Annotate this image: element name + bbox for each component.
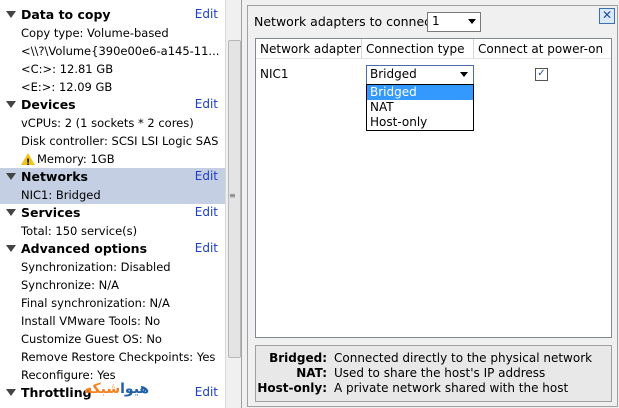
section-title: Data to copy	[21, 7, 111, 22]
adapters-label: Network adapters to connect	[254, 14, 436, 29]
section-advanced-options[interactable]: Advanced options Edit	[0, 240, 225, 258]
edit-networks-link[interactable]: Edit	[195, 169, 218, 183]
section-title: Services	[21, 205, 81, 220]
connection-type-select[interactable]: Bridged	[366, 65, 474, 85]
column-header-network-adapter[interactable]: Network adapter	[256, 39, 362, 59]
watermark-part2: شبکه	[84, 381, 121, 397]
list-item: Install VMware Tools: No	[21, 314, 161, 328]
list-item: vCPUs: 2 (1 sockets * 2 cores)	[21, 116, 194, 130]
list-item: Total: 150 service(s)	[21, 224, 138, 238]
option-host-only[interactable]: Host-only	[367, 115, 473, 130]
option-nat[interactable]: NAT	[367, 100, 473, 115]
section-services[interactable]: Services Edit	[0, 204, 225, 222]
connection-type-dropdown: Bridged NAT Host-only	[366, 84, 474, 131]
adapters-count-value: 1	[432, 14, 440, 28]
list-item: Synchronize: N/A	[21, 278, 119, 292]
collapse-triangle-icon[interactable]	[6, 173, 16, 180]
network-settings-panel: ✕ Network adapters to connect 1 Network …	[247, 5, 618, 407]
legend-value: A private network shared with the host	[334, 381, 569, 395]
collapse-triangle-icon[interactable]	[6, 209, 16, 216]
list-item: <C:>: 12.81 GB	[21, 62, 114, 76]
collapse-triangle-icon[interactable]	[6, 389, 16, 396]
collapse-triangle-icon[interactable]	[6, 101, 16, 108]
list-item: <E:>: 12.09 GB	[21, 80, 113, 94]
legend-value: Connected directly to the physical netwo…	[334, 351, 593, 365]
adapters-table: Network adapter Connection type Connect …	[255, 38, 612, 338]
collapse-triangle-icon[interactable]	[6, 245, 16, 252]
connect-at-power-on-checkbox[interactable]: ✓	[535, 68, 548, 81]
legend-value: Used to share the host's IP address	[334, 366, 546, 380]
legend-row: NAT: Used to share the host's IP address	[256, 366, 611, 381]
warning-icon	[21, 153, 35, 168]
scroll-grip-icon: ≡	[229, 191, 236, 200]
legend-key: NAT:	[296, 366, 327, 380]
list-item: Disk controller: SCSI LSI Logic SAS	[21, 134, 219, 148]
chevron-down-icon	[468, 19, 476, 24]
close-icon[interactable]: ✕	[599, 8, 615, 24]
section-title: Advanced options	[21, 241, 148, 256]
option-bridged[interactable]: Bridged	[367, 85, 473, 100]
edit-services-link[interactable]: Edit	[195, 205, 218, 219]
collapse-triangle-icon[interactable]	[6, 11, 16, 18]
column-header-connection-type[interactable]: Connection type	[362, 39, 474, 59]
chevron-down-icon	[460, 72, 468, 77]
section-title: Networks	[21, 169, 88, 184]
list-item: Remove Restore Checkpoints: Yes	[21, 350, 216, 364]
edit-data-to-copy-link[interactable]: Edit	[195, 7, 218, 21]
section-data-to-copy[interactable]: Data to copy Edit	[0, 6, 225, 24]
list-item: Memory: 1GB	[21, 150, 225, 168]
legend-key: Bridged:	[269, 351, 327, 365]
connection-type-value: Bridged	[370, 67, 417, 81]
memory-label: Memory: 1GB	[37, 152, 115, 166]
section-networks[interactable]: Networks Edit	[0, 168, 225, 186]
list-item: <\\?\Volume{390e00e6-a145-11...	[21, 44, 220, 58]
section-title: Devices	[21, 97, 76, 112]
list-item: NIC1: Bridged	[21, 188, 101, 202]
list-item: Synchronization: Disabled	[21, 260, 171, 274]
list-item: Final synchronization: N/A	[21, 296, 170, 310]
watermark-logo: هیواشبکه	[84, 381, 149, 397]
legend-row: Host-only: A private network shared with…	[256, 381, 611, 396]
watermark-part1: هیوا	[120, 381, 150, 397]
list-item: Customize Guest OS: No	[21, 332, 162, 346]
edit-devices-link[interactable]: Edit	[195, 97, 218, 111]
list-item: Copy type: Volume-based	[21, 26, 169, 40]
summary-sidebar: Data to copy Edit Copy type: Volume-base…	[0, 0, 242, 408]
adapter-name-cell: NIC1	[260, 67, 289, 81]
connection-type-legend: Bridged: Connected directly to the physi…	[255, 345, 612, 402]
sidebar-scrollbar[interactable]: ≡	[225, 0, 241, 408]
adapters-count-select[interactable]: 1	[427, 12, 481, 32]
edit-throttling-link[interactable]: Edit	[195, 385, 218, 399]
section-title: Throttling	[21, 385, 92, 400]
column-header-connect-at-power-on[interactable]: Connect at power-on	[474, 39, 611, 59]
section-devices[interactable]: Devices Edit	[0, 96, 225, 114]
edit-advanced-options-link[interactable]: Edit	[195, 241, 218, 255]
legend-row: Bridged: Connected directly to the physi…	[256, 351, 611, 366]
legend-key: Host-only:	[257, 381, 327, 395]
